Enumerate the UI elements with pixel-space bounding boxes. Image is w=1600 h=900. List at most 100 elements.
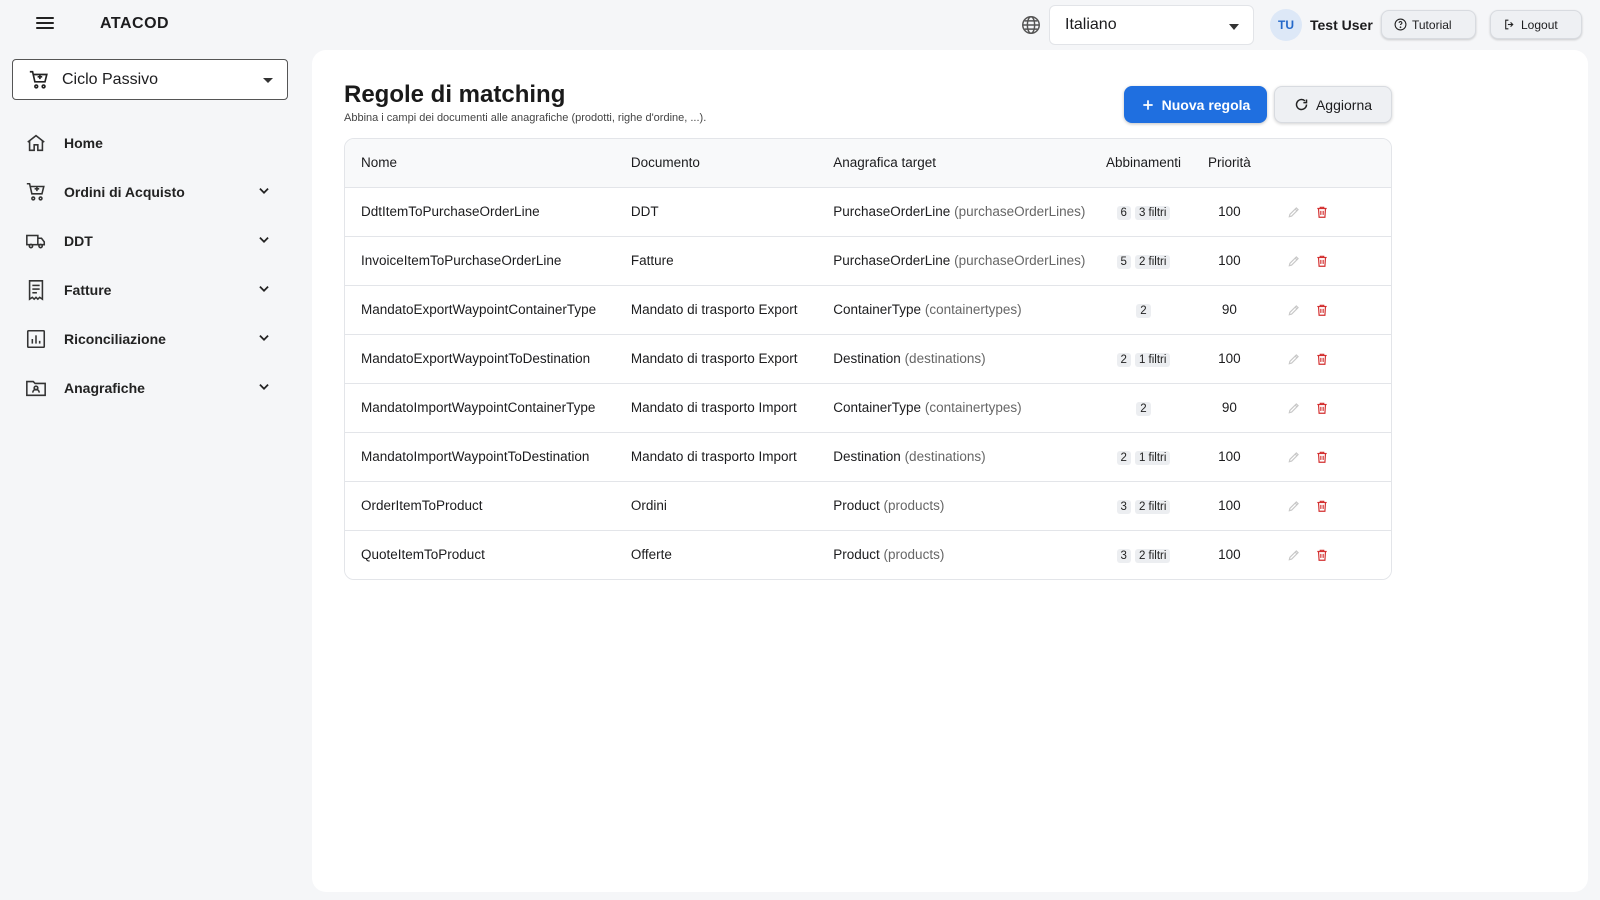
target-key: (destinations) [904, 351, 986, 366]
edit-icon[interactable] [1287, 401, 1301, 415]
target-key: (purchaseOrderLines) [954, 204, 1086, 219]
filters-badge: 2 filtri [1134, 254, 1171, 269]
table-row[interactable]: MandatoExportWaypointContainerType Mandat… [345, 285, 1391, 334]
contact-folder-icon [26, 380, 46, 396]
row-actions [1269, 432, 1391, 481]
row-actions [1269, 187, 1391, 236]
delete-icon[interactable] [1315, 254, 1329, 268]
chevron-down-icon[interactable] [257, 282, 271, 296]
delete-icon[interactable] [1315, 352, 1329, 366]
language-select[interactable]: Italiano [1049, 5, 1254, 45]
table-row[interactable]: InvoiceItemToPurchaseOrderLine Fatture Pur… [345, 236, 1391, 285]
column-header-target[interactable]: Anagrafica target [817, 139, 1097, 187]
menu-icon[interactable] [34, 14, 56, 36]
page-title: Regole di matching [344, 81, 566, 108]
sidebar-item-label: Ordini di Acquisto [64, 183, 185, 200]
sidebar-item-ordini-di-acquisto[interactable]: Ordini di Acquisto [0, 167, 300, 216]
rule-target: ContainerType (containertypes) [817, 383, 1097, 432]
row-actions [1269, 530, 1391, 579]
new-rule-label: Nuova regola [1161, 96, 1251, 113]
edit-icon[interactable] [1287, 254, 1301, 268]
rules-table: Nome Documento Anagrafica target Abbinam… [344, 138, 1392, 580]
sidebar-item-ddt[interactable]: DDT [0, 216, 300, 265]
sidebar-item-riconciliazione[interactable]: Riconciliazione [0, 314, 300, 363]
edit-icon[interactable] [1287, 205, 1301, 219]
rule-priority: 100 [1218, 253, 1241, 268]
rule-matches: 32 filtri [1098, 530, 1190, 579]
matches-badge: 2 [1136, 303, 1151, 318]
chevron-down-icon [263, 78, 273, 83]
table-row[interactable]: MandatoExportWaypointToDestination Mandat… [345, 334, 1391, 383]
sidebar-nav: Home Ordini di Acquisto DDT Fatture Rico… [0, 118, 300, 412]
main-panel: Regole di matching Abbina i campi dei do… [312, 50, 1588, 892]
column-header-matches[interactable]: Abbinamenti [1098, 139, 1190, 187]
sidebar-item-anagrafiche[interactable]: Anagrafiche [0, 363, 300, 412]
delete-icon[interactable] [1315, 303, 1329, 317]
new-rule-button[interactable]: Nuova regola [1124, 86, 1267, 123]
filters-badge: 3 filtri [1134, 205, 1171, 220]
table-row[interactable]: QuoteItemToProduct Offerte Product (produc… [345, 530, 1391, 579]
rule-name: MandatoImportWaypointContainerType [361, 400, 596, 415]
matches-badge: 3 [1116, 499, 1131, 514]
table-row[interactable]: OrderItemToProduct Ordini Product (product… [345, 481, 1391, 530]
delete-icon[interactable] [1315, 205, 1329, 219]
refresh-button[interactable]: Aggiorna [1274, 86, 1392, 123]
rule-priority: 90 [1221, 400, 1237, 415]
delete-icon[interactable] [1315, 499, 1329, 513]
edit-icon[interactable] [1287, 352, 1301, 366]
rule-document: Fatture [630, 253, 674, 268]
chevron-down-icon[interactable] [257, 380, 271, 394]
globe-icon [1022, 16, 1040, 34]
cart-icon [29, 70, 48, 89]
rule-document: Mandato di trasporto Import [630, 449, 797, 464]
matches-badge: 3 [1116, 548, 1131, 563]
column-header-priority[interactable]: Priorità [1189, 139, 1269, 187]
chevron-down-icon[interactable] [257, 331, 271, 345]
target-entity: ContainerType [833, 400, 922, 415]
row-actions [1269, 285, 1391, 334]
rule-priority: 90 [1221, 302, 1237, 317]
rule-priority: 100 [1218, 204, 1241, 219]
column-header-document[interactable]: Documento [615, 139, 817, 187]
sidebar-item-fatture[interactable]: Fatture [0, 265, 300, 314]
chevron-down-icon[interactable] [257, 184, 271, 198]
edit-icon[interactable] [1287, 450, 1301, 464]
target-key: (products) [883, 547, 945, 563]
delete-icon[interactable] [1315, 450, 1329, 464]
help-icon [1394, 18, 1407, 31]
rule-target: Destination (destinations) [817, 432, 1097, 481]
rule-name: QuoteItemToProduct [361, 547, 485, 563]
logout-icon [1505, 19, 1514, 30]
rule-document: Mandato di trasporto Export [630, 351, 798, 366]
target-entity: Destination [833, 449, 901, 464]
sidebar-item-label: Home [64, 134, 103, 151]
logout-button[interactable]: Logout [1490, 10, 1582, 39]
rule-priority: 100 [1218, 449, 1241, 464]
rule-name: MandatoExportWaypointContainerType [361, 302, 597, 317]
avatar[interactable]: TU [1270, 9, 1302, 41]
row-actions [1269, 481, 1391, 530]
delete-icon[interactable] [1315, 548, 1329, 562]
sidebar-item-home[interactable]: Home [0, 118, 300, 167]
target-entity: PurchaseOrderLine [833, 204, 951, 219]
chevron-down-icon[interactable] [257, 233, 271, 247]
refresh-label: Aggiorna [1315, 96, 1373, 113]
tutorial-button[interactable]: Tutorial [1381, 10, 1476, 39]
edit-icon[interactable] [1287, 548, 1301, 562]
delete-icon[interactable] [1315, 401, 1329, 415]
cart-icon [26, 182, 45, 201]
column-header-name[interactable]: Nome [345, 139, 615, 187]
table-row[interactable]: DdtItemToPurchaseOrderLine DDT PurchaseOrd… [345, 187, 1391, 236]
edit-icon[interactable] [1287, 499, 1301, 513]
target-key: (containertypes) [924, 302, 1022, 317]
table-row[interactable]: MandatoImportWaypointToDestination Mandat… [345, 432, 1391, 481]
module-select[interactable]: Ciclo Passivo [12, 59, 288, 100]
rule-priority: 100 [1218, 547, 1241, 563]
column-header-actions [1269, 139, 1391, 187]
rule-priority: 100 [1218, 351, 1241, 366]
top-bar: ATACOD Italiano TU Test User Tutorial Lo… [0, 0, 1600, 50]
plus-icon [1142, 99, 1153, 110]
edit-icon[interactable] [1287, 303, 1301, 317]
rule-matches: 32 filtri [1098, 481, 1190, 530]
table-row[interactable]: MandatoImportWaypointContainerType Mandat… [345, 383, 1391, 432]
